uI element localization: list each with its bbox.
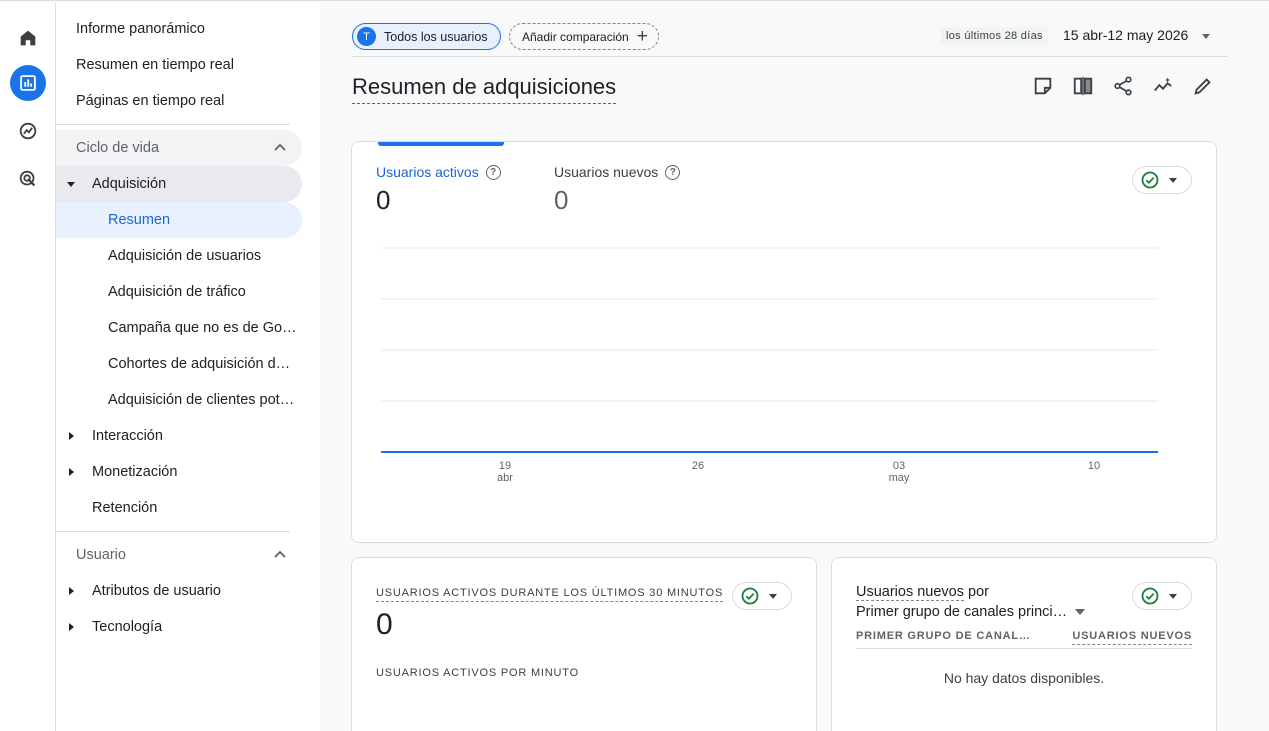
- date-dropdown-icon[interactable]: [1202, 34, 1210, 39]
- column-header-channel[interactable]: PRIMER GRUPO DE CANAL…: [856, 630, 1031, 642]
- nav-item-label: Adquisición de tráfico: [108, 284, 246, 300]
- reports-icon[interactable]: [10, 65, 46, 101]
- nav-item-label: Cohortes de adquisición d…: [108, 356, 291, 372]
- realtime-users-card: USUARIOS ACTIVOS DURANTE LOS ÚLTIMOS 30 …: [351, 557, 817, 731]
- nav-item-label: Campaña que no es de Go…: [108, 320, 297, 336]
- caret-right-icon: [69, 587, 74, 595]
- x-tick-month: abr: [497, 472, 513, 484]
- nav-divider: [56, 124, 290, 125]
- segment-avatar: T: [357, 27, 376, 46]
- nav-item-informe-panoramico[interactable]: Informe panorámico: [56, 11, 302, 47]
- caret-down-icon: [67, 182, 75, 187]
- nav-item-label: Tecnología: [92, 619, 163, 635]
- nav-item-label: Adquisición: [92, 176, 167, 192]
- explore-icon[interactable]: [10, 113, 46, 149]
- page-title[interactable]: Resumen de adquisiciones: [352, 74, 617, 104]
- segment-chip[interactable]: T Todos los usuarios: [352, 23, 501, 50]
- card-status-menu[interactable]: [1132, 582, 1192, 610]
- realtime-card-title[interactable]: USUARIOS ACTIVOS DURANTE LOS ÚLTIMOS 30 …: [376, 587, 724, 602]
- icon-rail: [0, 3, 56, 731]
- caret-right-icon: [69, 432, 74, 440]
- dropdown-arrow-icon: [1075, 609, 1086, 615]
- nav-section-label: Usuario: [76, 547, 126, 563]
- nav-item-retention[interactable]: Retención: [56, 490, 302, 526]
- nav-item-label: Informe panorámico: [76, 21, 205, 37]
- card-status-menu[interactable]: [732, 582, 792, 610]
- nav-item-label: Resumen en tiempo real: [76, 57, 234, 73]
- acquisition-overview-card: Usuarios activos ? 0 Usuarios nuevos ? 0…: [351, 141, 1217, 543]
- edit-pencil-icon[interactable]: [1191, 74, 1215, 98]
- nav-item-label: Monetización: [92, 464, 178, 480]
- realtime-value: 0: [376, 608, 393, 641]
- x-tick-label: 26: [692, 460, 704, 472]
- empty-state: No hay datos disponibles.: [943, 670, 1105, 686]
- dimension-selector[interactable]: Primer grupo de canales princi…: [856, 604, 1086, 620]
- dropdown-arrow-icon: [769, 593, 777, 599]
- home-icon[interactable]: [10, 20, 46, 56]
- nav-item-engagement[interactable]: Interacción: [56, 418, 302, 454]
- nav-item-traffic-acquisition[interactable]: Adquisición de tráfico: [56, 274, 302, 310]
- nav-item-label: Resumen: [108, 212, 171, 228]
- share-icon[interactable]: [1111, 74, 1135, 98]
- plus-icon: +: [636, 26, 648, 47]
- dimension-label: Primer grupo de canales princi…: [856, 604, 1068, 620]
- chevron-up-icon: [274, 143, 286, 151]
- x-tick-label: 19: [499, 460, 511, 472]
- metric-link[interactable]: Usuarios nuevos: [856, 584, 964, 601]
- nav-section-user[interactable]: Usuario: [56, 537, 302, 573]
- nav-item-acquisition-cohorts[interactable]: Cohortes de adquisición d…: [56, 346, 302, 382]
- channel-card-title: Usuarios nuevos por: [856, 584, 989, 601]
- compare-columns-icon[interactable]: [1071, 74, 1095, 98]
- x-tick-label: 10: [1088, 460, 1100, 472]
- caret-right-icon: [69, 623, 74, 631]
- nav-item-label: Interacción: [92, 428, 163, 444]
- nav-item-acquisition-overview[interactable]: Resumen: [56, 202, 302, 238]
- title-connector: por: [968, 584, 989, 600]
- advertising-icon[interactable]: [10, 161, 46, 197]
- nav-item-label: Atributos de usuario: [92, 583, 221, 599]
- nav-item-user-attributes[interactable]: Atributos de usuario: [56, 573, 302, 609]
- add-comparison-button[interactable]: Añadir comparación +: [509, 23, 659, 50]
- add-comparison-label: Añadir comparación: [522, 29, 629, 44]
- check-circle-icon: [741, 587, 759, 605]
- chevron-up-icon: [274, 550, 286, 558]
- nav-item-label: Páginas en tiempo real: [76, 93, 225, 109]
- nav-item-lead-acquisition[interactable]: Adquisición de clientes pot…: [56, 382, 302, 418]
- date-preset-badge: los últimos 28 días: [941, 27, 1048, 45]
- nav-divider: [56, 531, 290, 532]
- table-divider: [856, 648, 1192, 649]
- caret-right-icon: [69, 468, 74, 476]
- reports-navigation: Informe panorámico Resumen en tiempo rea…: [56, 3, 320, 731]
- nav-section-lifecycle[interactable]: Ciclo de vida: [56, 130, 302, 166]
- nav-item-non-google-campaign[interactable]: Campaña que no es de Go…: [56, 310, 302, 346]
- users-line-chart: 19abr 26 03may 10: [381, 247, 1158, 484]
- nav-item-technology[interactable]: Tecnología: [56, 609, 302, 645]
- nav-item-label: Retención: [92, 500, 158, 516]
- nav-item-realtime-overview[interactable]: Resumen en tiempo real: [56, 47, 302, 83]
- realtime-subtitle: USUARIOS ACTIVOS POR MINUTO: [376, 667, 579, 679]
- insights-note-icon[interactable]: [1031, 74, 1055, 98]
- header-divider: [352, 56, 1228, 57]
- nav-item-user-acquisition[interactable]: Adquisición de usuarios: [56, 238, 302, 274]
- insights-sparkle-icon[interactable]: [1151, 74, 1175, 98]
- x-tick-month: may: [889, 472, 910, 484]
- x-tick-label: 03: [893, 460, 905, 472]
- nav-item-acquisition[interactable]: Adquisición: [56, 166, 302, 202]
- column-header-new-users[interactable]: USUARIOS NUEVOS: [1072, 630, 1192, 645]
- check-circle-icon: [1141, 587, 1159, 605]
- date-range-picker[interactable]: 15 abr-12 may 2026: [1063, 27, 1188, 43]
- new-users-by-channel-card: Usuarios nuevos por Primer grupo de cana…: [831, 557, 1217, 731]
- segment-chip-label: Todos los usuarios: [384, 29, 488, 44]
- nav-section-label: Ciclo de vida: [76, 140, 160, 156]
- nav-item-label: Adquisición de usuarios: [108, 248, 262, 264]
- nav-item-monetization[interactable]: Monetización: [56, 454, 302, 490]
- dropdown-arrow-icon: [1169, 593, 1177, 599]
- nav-item-label: Adquisición de clientes pot…: [108, 392, 295, 408]
- nav-item-realtime-pages[interactable]: Páginas en tiempo real: [56, 83, 302, 119]
